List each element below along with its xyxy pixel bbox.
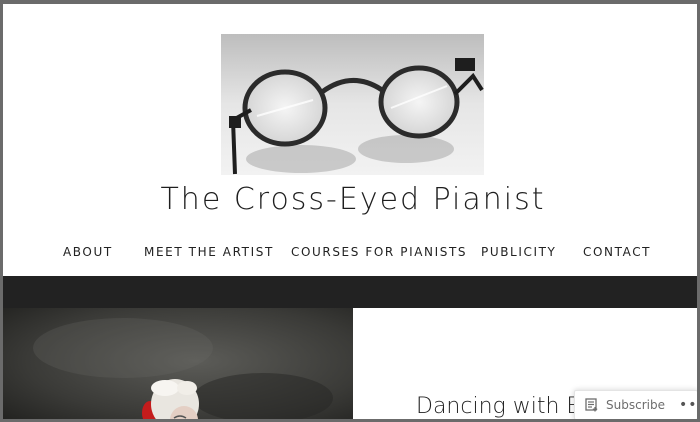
site-title[interactable]: The Cross-Eyed Pianist	[3, 182, 697, 217]
subscribe-button[interactable]: Subscribe	[575, 398, 665, 412]
portrait-image	[3, 308, 353, 419]
post-title[interactable]: Dancing with E	[416, 394, 580, 419]
browser-frame: The Cross-Eyed Pianist ABOUT MEET THE AR…	[0, 0, 700, 422]
nav-item-contact[interactable]: CONTACT	[583, 245, 651, 259]
spectacles-image	[221, 34, 484, 175]
main-navigation: ABOUT MEET THE ARTIST COURSES FOR PIANIS…	[3, 245, 697, 263]
subscribe-widget: Subscribe •••	[574, 390, 697, 419]
post-featured-image[interactable]	[3, 308, 353, 419]
nav-item-publicity[interactable]: PUBLICITY	[481, 245, 556, 259]
dark-band	[3, 276, 697, 308]
header-image[interactable]	[221, 34, 484, 175]
nav-item-meet-the-artist[interactable]: MEET THE ARTIST	[144, 245, 274, 259]
nav-item-about[interactable]: ABOUT	[63, 245, 113, 259]
more-options-button[interactable]: •••	[679, 397, 697, 413]
subscribe-label: Subscribe	[606, 398, 665, 412]
reader-icon	[585, 398, 599, 412]
nav-item-courses-for-pianists[interactable]: COURSES FOR PIANISTS	[291, 245, 467, 259]
